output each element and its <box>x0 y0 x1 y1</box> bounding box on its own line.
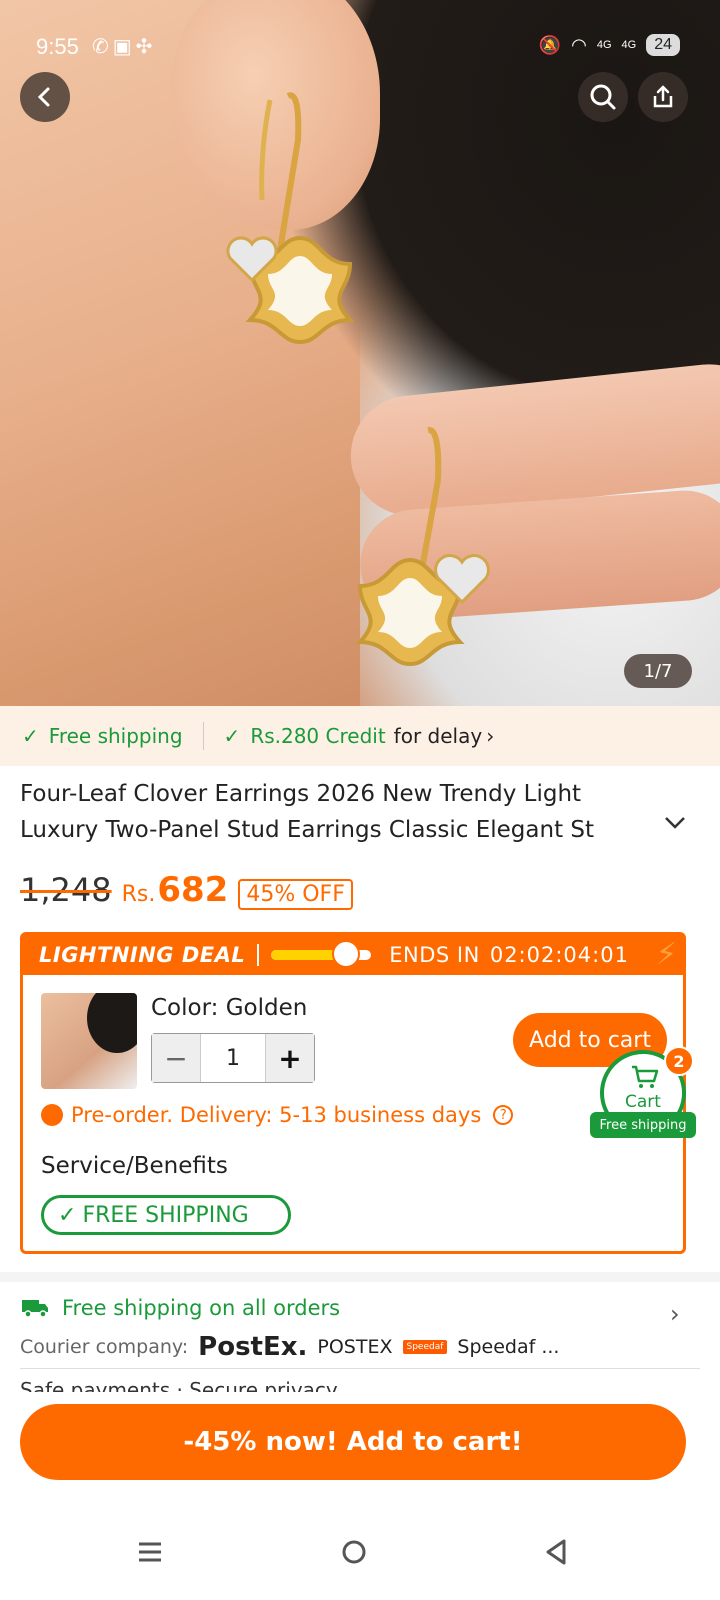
truck-icon <box>22 1300 48 1318</box>
cart-free-shipping-tag: Free shipping <box>590 1112 696 1138</box>
wifi-icon: ◠ <box>571 34 587 55</box>
home-nav-button[interactable] <box>324 1522 384 1582</box>
shipping-strip[interactable]: ✓ Free shipping ✓ Rs.280 Credit for dela… <box>0 706 720 766</box>
shipping-info-row[interactable]: Free shipping on all orders <box>20 1296 340 1320</box>
lightning-deal-panel: LIGHTNING DEAL ENDS IN 02:02:04:01 ⚡ Col… <box>20 932 686 1254</box>
speedaf-logo: Speedaf <box>402 1340 448 1354</box>
postex-logo: PostEx. <box>198 1332 308 1362</box>
deal-progress-bar <box>271 940 372 968</box>
speedaf-name: Speedaf ... <box>457 1336 560 1358</box>
share-icon <box>653 85 673 108</box>
image-counter: 1/7 <box>624 654 692 688</box>
variant-thumbnail[interactable] <box>41 993 137 1089</box>
menu-nav-button[interactable] <box>120 1522 180 1582</box>
thumb-hair <box>87 993 137 1053</box>
cart-count-badge: 2 <box>664 1046 694 1076</box>
lightning-icon: ⚡ <box>655 937 677 972</box>
original-price: 1,248 <box>20 871 112 909</box>
chevron-right-icon[interactable]: › <box>670 1300 680 1328</box>
check-icon: ✓ <box>223 724 241 748</box>
deal-header: LIGHTNING DEAL ENDS IN 02:02:04:01 ⚡ <box>23 935 683 975</box>
credit-suffix: for delay <box>393 724 483 748</box>
clock-icon <box>41 1104 63 1126</box>
check-icon: ✓ <box>22 724 39 748</box>
menu-icon <box>139 1542 161 1562</box>
help-icon[interactable]: ? <box>493 1105 514 1125</box>
share-button[interactable] <box>638 72 688 122</box>
4g-signal-icon: 4G <box>621 39 637 51</box>
divider <box>257 944 260 966</box>
status-right-icons: 🔕 ◠ 4G 4G 24 <box>539 34 680 56</box>
credit-amount: Rs.280 Credit <box>250 724 386 748</box>
status-left-icons: ✆▣✣ <box>92 34 156 59</box>
ends-in-label: ENDS IN <box>389 943 480 967</box>
whatsapp-icon: ✆ <box>92 36 113 58</box>
cart-icon <box>632 1065 659 1088</box>
free-shipping-label: FREE SHIPPING <box>82 1202 249 1228</box>
battery-indicator: 24 <box>646 34 680 56</box>
cart-label: Cart <box>625 1092 661 1112</box>
back-nav-button[interactable] <box>526 1522 586 1582</box>
sim-icon: ▣ <box>112 36 136 58</box>
courier-label: Courier company: <box>20 1336 189 1358</box>
color-label: Color: Golden <box>151 995 308 1021</box>
quantity-stepper: − 1 + <box>151 1033 315 1083</box>
decrease-button[interactable]: − <box>152 1034 200 1082</box>
chevron-down-icon[interactable] <box>664 816 686 830</box>
discount-badge: 45% OFF <box>238 879 353 910</box>
search-button[interactable] <box>578 72 628 122</box>
pinwheel-icon: ✣ <box>135 36 157 58</box>
free-shipping-text: Free shipping <box>48 724 183 748</box>
chevron-right-icon: › <box>486 724 495 748</box>
bottom-cta-area: -45% now! Add to cart! <box>0 1392 720 1502</box>
add-to-cart-cta[interactable]: -45% now! Add to cart! <box>20 1404 686 1480</box>
chevron-left-icon <box>37 87 50 107</box>
search-icon <box>590 84 616 110</box>
divider <box>202 722 204 750</box>
product-image[interactable]: 9:55 ✆▣✣ 🔕 ◠ 4G 4G 24 1/7 <box>0 0 720 720</box>
courier-row: Courier company: PostEx. POSTEX Speedaf … <box>20 1332 559 1362</box>
preorder-text: Pre-order. Delivery: 5-13 business days <box>71 1103 482 1127</box>
preorder-notice: Pre-order. Delivery: 5-13 business days … <box>41 1103 514 1127</box>
clock-icon <box>332 940 361 968</box>
status-time: 9:55 <box>36 34 79 59</box>
increase-button[interactable]: + <box>266 1034 314 1082</box>
free-shipping-badge: ✓ FREE SHIPPING <box>41 1195 291 1235</box>
quantity-value[interactable]: 1 <box>200 1034 266 1082</box>
postex-name: POSTEX <box>317 1336 393 1358</box>
back-triangle-icon <box>546 1539 566 1565</box>
home-circle-icon <box>342 1540 366 1564</box>
currency: Rs. <box>121 882 156 907</box>
section-divider <box>0 1272 720 1282</box>
service-title: Service/Benefits <box>41 1153 228 1179</box>
system-nav-bar <box>0 1502 720 1600</box>
divider <box>20 1368 700 1369</box>
deal-label: LIGHTNING DEAL <box>39 943 246 967</box>
check-icon: ✓ <box>58 1202 77 1228</box>
countdown: 02:02:04:01 <box>489 943 629 967</box>
sale-price: 682 <box>157 870 229 910</box>
mute-icon: 🔕 <box>538 34 562 55</box>
shipping-info-text: Free shipping on all orders <box>62 1296 341 1320</box>
price-row: 1,248 Rs. 682 45% OFF <box>20 870 353 910</box>
back-button[interactable] <box>20 72 70 122</box>
4g-signal-icon: 4G <box>596 39 612 51</box>
product-title: Four-Leaf Clover Earrings 2026 New Trend… <box>20 781 595 843</box>
